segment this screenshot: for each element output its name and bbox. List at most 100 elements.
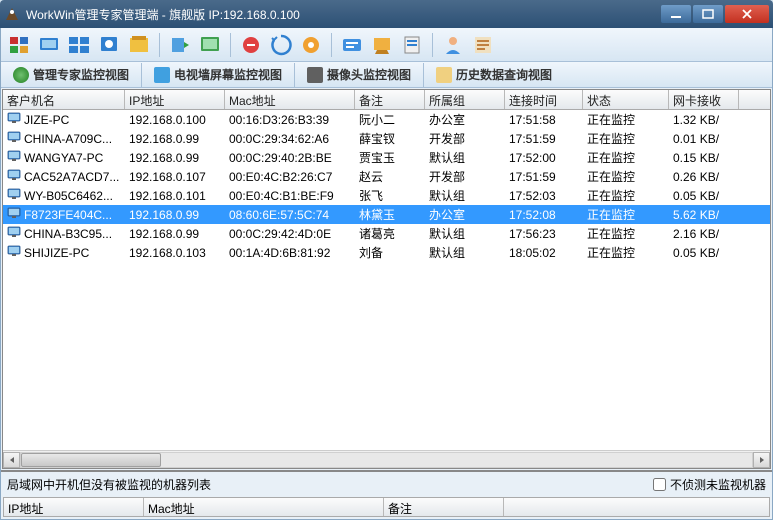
cell-ip: 192.168.0.99 (125, 150, 225, 166)
bottom-label: 局域网中开机但没有被监视的机器列表 (7, 476, 653, 493)
cell-note: 诸葛亮 (355, 224, 425, 243)
tool-10-icon[interactable] (299, 33, 323, 57)
col-note[interactable]: 备注 (355, 90, 425, 109)
view-tabs: 管理专家监控视图 电视墙屏幕监控视图 摄像头监控视图 历史数据查询视图 (1, 62, 772, 88)
cell-time: 17:51:59 (505, 169, 583, 185)
cell-mac: 00:0C:29:34:62:A6 (225, 131, 355, 147)
table-row[interactable]: CHINA-A709C...192.168.0.9900:0C:29:34:62… (3, 129, 770, 148)
col-rx[interactable]: 网卡接收 (669, 90, 739, 109)
tool-5-icon[interactable] (127, 33, 151, 57)
monitor-icon (7, 245, 21, 260)
tab-history-view[interactable]: 历史数据查询视图 (430, 64, 558, 85)
globe-icon (13, 67, 29, 83)
main-toolbar (1, 28, 772, 62)
cell-note: 张飞 (355, 186, 425, 205)
tool-14-icon[interactable] (441, 33, 465, 57)
cell-ip: 192.168.0.107 (125, 169, 225, 185)
bottom-panel: 局域网中开机但没有被监视的机器列表 不侦测未监视机器 IP地址 Mac地址 备注 (1, 470, 772, 519)
cell-name: WANGYA7-PC (24, 151, 103, 165)
tool-6-icon[interactable] (168, 33, 192, 57)
cell-name: F8723FE404C... (24, 208, 112, 222)
cell-rx: 1.32 KB/ (669, 112, 739, 128)
cell-group: 默认组 (425, 224, 505, 243)
tab-tvwall-view[interactable]: 电视墙屏幕监控视图 (148, 64, 288, 85)
cell-rx: 0.01 KB/ (669, 131, 739, 147)
tool-9-icon[interactable] (269, 33, 293, 57)
cell-time: 17:51:58 (505, 112, 583, 128)
tab-camera-view[interactable]: 摄像头监控视图 (301, 64, 417, 85)
col-ip[interactable]: IP地址 (125, 90, 225, 109)
tool-7-icon[interactable] (198, 33, 222, 57)
tool-12-icon[interactable] (370, 33, 394, 57)
col-time[interactable]: 连接时间 (505, 90, 583, 109)
col-clientname[interactable]: 客户机名 (3, 90, 125, 109)
cell-ip: 192.168.0.101 (125, 188, 225, 204)
table-row[interactable]: WANGYA7-PC 192.168.0.9900:0C:29:40:2B:BE贾… (3, 148, 770, 167)
bcol-note[interactable]: 备注 (384, 498, 504, 516)
scroll-thumb[interactable] (21, 453, 161, 467)
tvwall-icon (154, 67, 170, 83)
cell-group: 默认组 (425, 186, 505, 205)
minimize-button[interactable] (661, 5, 691, 23)
tab-monitor-view[interactable]: 管理专家监控视图 (7, 64, 135, 85)
table-row[interactable]: CAC52A7ACD7...192.168.0.10700:E0:4C:B2:2… (3, 167, 770, 186)
tool-13-icon[interactable] (400, 33, 424, 57)
cell-mac: 00:0C:29:42:4D:0E (225, 226, 355, 242)
cell-status: 正在监控 (583, 224, 669, 243)
tool-2-icon[interactable] (37, 33, 61, 57)
tool-1-icon[interactable] (7, 33, 31, 57)
table-row[interactable]: F8723FE404C...192.168.0.9908:60:6E:57:5C… (3, 205, 770, 224)
scroll-left-button[interactable] (3, 452, 20, 468)
table-row[interactable]: CHINA-B3C95...192.168.0.9900:0C:29:42:4D… (3, 224, 770, 243)
monitor-icon (7, 207, 21, 222)
table-row[interactable]: JIZE-PC192.168.0.10000:16:D3:26:B3:39阮小二… (3, 110, 770, 129)
bcol-ip[interactable]: IP地址 (4, 498, 144, 516)
table-row[interactable]: SHIJIZE-PC192.168.0.10300:1A:4D:6B:81:92… (3, 243, 770, 262)
cell-name: JIZE-PC (24, 113, 69, 127)
cell-name: CHINA-B3C95... (24, 227, 112, 241)
cell-note: 林黛玉 (355, 205, 425, 224)
app-icon (4, 6, 20, 22)
tool-3-icon[interactable] (67, 33, 91, 57)
col-mac[interactable]: Mac地址 (225, 90, 355, 109)
tool-4-icon[interactable] (97, 33, 121, 57)
cell-time: 18:05:02 (505, 245, 583, 261)
cell-group: 开发部 (425, 167, 505, 186)
cell-ip: 192.168.0.100 (125, 112, 225, 128)
cell-group: 默认组 (425, 148, 505, 167)
cell-group: 办公室 (425, 205, 505, 224)
cell-time: 17:52:00 (505, 150, 583, 166)
tool-15-icon[interactable] (471, 33, 495, 57)
scroll-right-button[interactable] (753, 452, 770, 468)
cell-note: 阮小二 (355, 110, 425, 129)
cell-rx: 2.16 KB/ (669, 226, 739, 242)
h-scrollbar[interactable] (3, 450, 770, 468)
monitor-icon (7, 150, 21, 165)
maximize-button[interactable] (693, 5, 723, 23)
no-detect-checkbox[interactable]: 不侦测未监视机器 (653, 476, 766, 493)
cell-ip: 192.168.0.99 (125, 131, 225, 147)
cell-time: 17:51:59 (505, 131, 583, 147)
monitor-icon (7, 131, 21, 146)
cell-note: 赵云 (355, 167, 425, 186)
tool-8-icon[interactable] (239, 33, 263, 57)
cell-mac: 08:60:6E:57:5C:74 (225, 207, 355, 223)
cell-group: 默认组 (425, 243, 505, 262)
cell-rx: 0.05 KB/ (669, 188, 739, 204)
col-status[interactable]: 状态 (583, 90, 669, 109)
cell-mac: 00:0C:29:40:2B:BE (225, 150, 355, 166)
monitor-icon (7, 188, 21, 203)
cell-note: 贾宝玉 (355, 148, 425, 167)
cell-mac: 00:E0:4C:B1:BE:F9 (225, 188, 355, 204)
cell-status: 正在监控 (583, 167, 669, 186)
table-row[interactable]: WY-B05C6462... 192.168.0.10100:E0:4C:B1:B… (3, 186, 770, 205)
cell-name: WY-B05C6462... (24, 189, 113, 203)
cell-name: SHIJIZE-PC (24, 246, 89, 260)
cell-rx: 0.15 KB/ (669, 150, 739, 166)
bcol-mac[interactable]: Mac地址 (144, 498, 384, 516)
bottom-grid-header: IP地址 Mac地址 备注 (3, 497, 770, 517)
col-group[interactable]: 所属组 (425, 90, 505, 109)
cell-status: 正在监控 (583, 110, 669, 129)
close-button[interactable] (725, 5, 769, 23)
tool-11-icon[interactable] (340, 33, 364, 57)
